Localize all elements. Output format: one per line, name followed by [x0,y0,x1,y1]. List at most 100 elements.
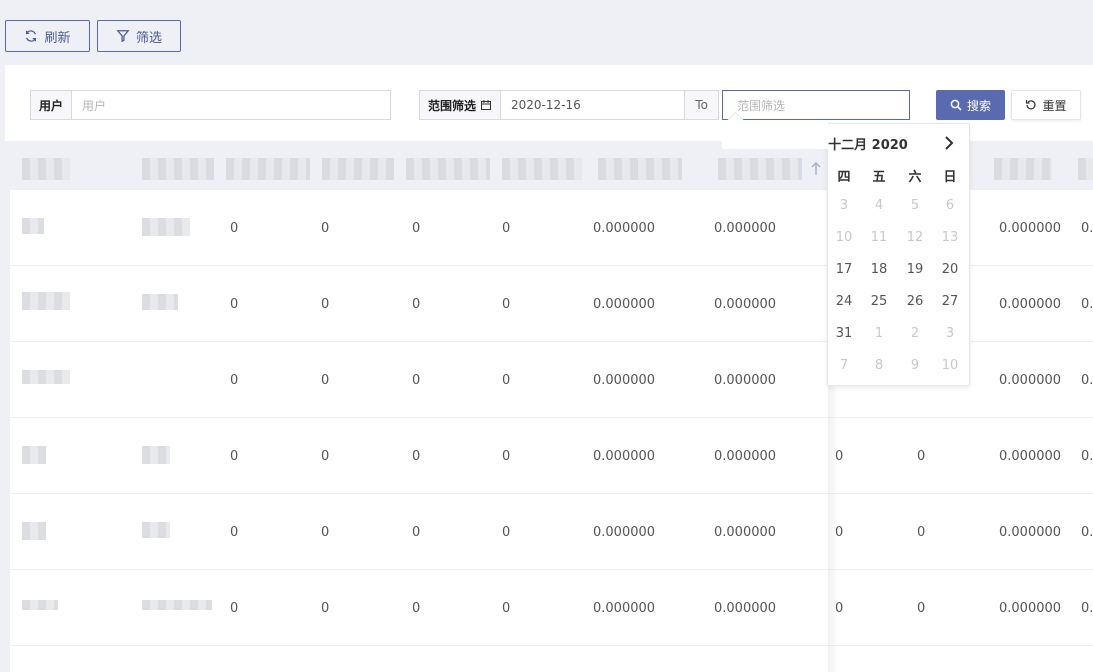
to-separator: To [684,91,718,119]
calendar-weekday: 六 [908,170,922,185]
calendar-day[interactable]: 19 [897,262,933,277]
table-cell-c10: 0. [1081,296,1093,312]
calendar-day[interactable]: 25 [861,294,897,309]
table-cell-c6: 0.000000 [714,296,777,312]
refresh-button[interactable]: 刷新 [5,20,90,52]
calendar-day[interactable]: 5 [897,198,933,213]
header-cell [226,158,310,180]
table-cell-c9: 0.000000 [999,448,1062,464]
calendar-day[interactable]: 17 [826,262,862,277]
calendar-day[interactable]: 26 [897,294,933,309]
table-cell-c9: 0.000000 [999,372,1062,388]
table-row: 0 0 0 0 0.000000 0.000000 0 0 0.000000 0. [10,570,1093,646]
header-cell [22,158,70,180]
filter-button[interactable]: 筛选 [97,20,181,52]
table-cell-c2: 0 [321,600,330,616]
table-cell-c6: 0.000000 [714,372,777,388]
header-cell [1078,158,1093,180]
calendar-day[interactable]: 24 [826,294,862,309]
table-cell-c1: 0 [230,524,239,540]
redacted-cell [22,292,70,310]
table-cell-c2: 0 [321,296,330,312]
next-month-icon[interactable] [944,136,954,150]
header-cell [994,158,1052,180]
table-cell-c1: 0 [230,600,239,616]
calendar-weekday: 五 [872,170,886,185]
table-cell-c8: 0 [917,600,926,616]
calendar-day[interactable]: 13 [932,230,968,245]
table-cell-c3: 0 [412,524,421,540]
table-cell-c1: 0 [230,220,239,236]
to-label: To [695,98,708,112]
calendar-day[interactable]: 11 [861,230,897,245]
table-cell-c8: 0 [917,448,926,464]
table-cell-c6: 0.000000 [714,220,777,236]
table-cell-c5: 0.000000 [593,296,656,312]
table-cell-c6: 0.000000 [714,524,777,540]
table-cell-c9: 0.000000 [999,296,1062,312]
sort-up-icon[interactable] [810,162,822,176]
search-button[interactable]: 搜索 [936,90,1005,120]
calendar-day[interactable]: 4 [861,198,897,213]
redacted-cell [142,446,170,464]
reset-button[interactable]: 重置 [1011,90,1081,120]
redacted-cell [142,522,170,538]
redacted-cell [22,522,46,540]
search-label: 搜索 [966,98,991,113]
table-cell-c10: 0. [1081,448,1093,464]
redacted-cell [142,294,178,310]
calendar-day[interactable]: 2 [897,326,933,341]
filter-icon [116,30,130,43]
table-cell-c2: 0 [321,372,330,388]
calendar-day[interactable]: 7 [826,358,862,373]
table-cell-c9: 0.000000 [999,600,1062,616]
range-start-input[interactable]: 2020-12-16 [501,98,684,112]
calendar-day[interactable]: 20 [932,262,968,277]
table-cell-c10: 0. [1081,600,1093,616]
reset-icon [1026,100,1037,110]
calendar-icon [481,100,492,110]
table-cell-c1: 0 [230,448,239,464]
table-cell-c4: 0 [502,600,511,616]
calendar-day[interactable]: 10 [932,358,968,373]
range-filter: 范围筛选 2020-12-16 To [419,90,719,120]
table-cell-c4: 0 [502,220,511,236]
table-cell-c10: 0. [1081,220,1093,236]
redacted-cell [142,218,190,236]
calendar-day[interactable]: 31 [826,326,862,341]
header-cell [598,158,682,180]
table-row: 0 0 0 0 0.000000 0.000000 0 0 0.000000 0. [10,418,1093,494]
calendar-day[interactable]: 8 [861,358,897,373]
table-cell-c4: 0 [502,296,511,312]
table-row: 0 0 0 0 0.000000 0.000000 0 0 0.000000 0. [10,494,1093,570]
table-cell-c10: 0. [1081,372,1093,388]
table-cell-c3: 0 [412,296,421,312]
calendar-day[interactable]: 27 [932,294,968,309]
range-end-input[interactable]: 范围筛选 [722,90,910,120]
user-input[interactable]: 用户 [72,97,116,114]
redacted-cell [22,218,44,234]
calendar-header-strip [722,123,828,149]
table-cell-c1: 0 [230,296,239,312]
filter-label: 筛选 [135,30,162,46]
calendar-day[interactable]: 9 [897,358,933,373]
table-cell-c3: 0 [412,372,421,388]
range-filter-label: 范围筛选 [420,91,502,119]
calendar-day[interactable]: 18 [861,262,897,277]
calendar-day[interactable]: 12 [897,230,933,245]
calendar-day[interactable]: 6 [932,198,968,213]
calendar-day[interactable]: 1 [861,326,897,341]
calendar-day[interactable]: 3 [826,198,862,213]
table-cell-c3: 0 [412,448,421,464]
date-picker: ‹ 十二月 2020 四五六日3456101112131718192024252… [827,123,970,386]
table-cell-c5: 0.000000 [593,524,656,540]
redacted-cell [22,446,46,464]
redacted-cell [22,600,58,610]
calendar-day[interactable]: 10 [826,230,862,245]
redacted-cell [142,600,212,610]
table-cell-c5: 0.000000 [593,220,656,236]
refresh-label: 刷新 [44,30,71,46]
table-cell-c5: 0.000000 [593,372,656,388]
table-cell-c5: 0.000000 [593,448,656,464]
calendar-day[interactable]: 3 [932,326,968,341]
